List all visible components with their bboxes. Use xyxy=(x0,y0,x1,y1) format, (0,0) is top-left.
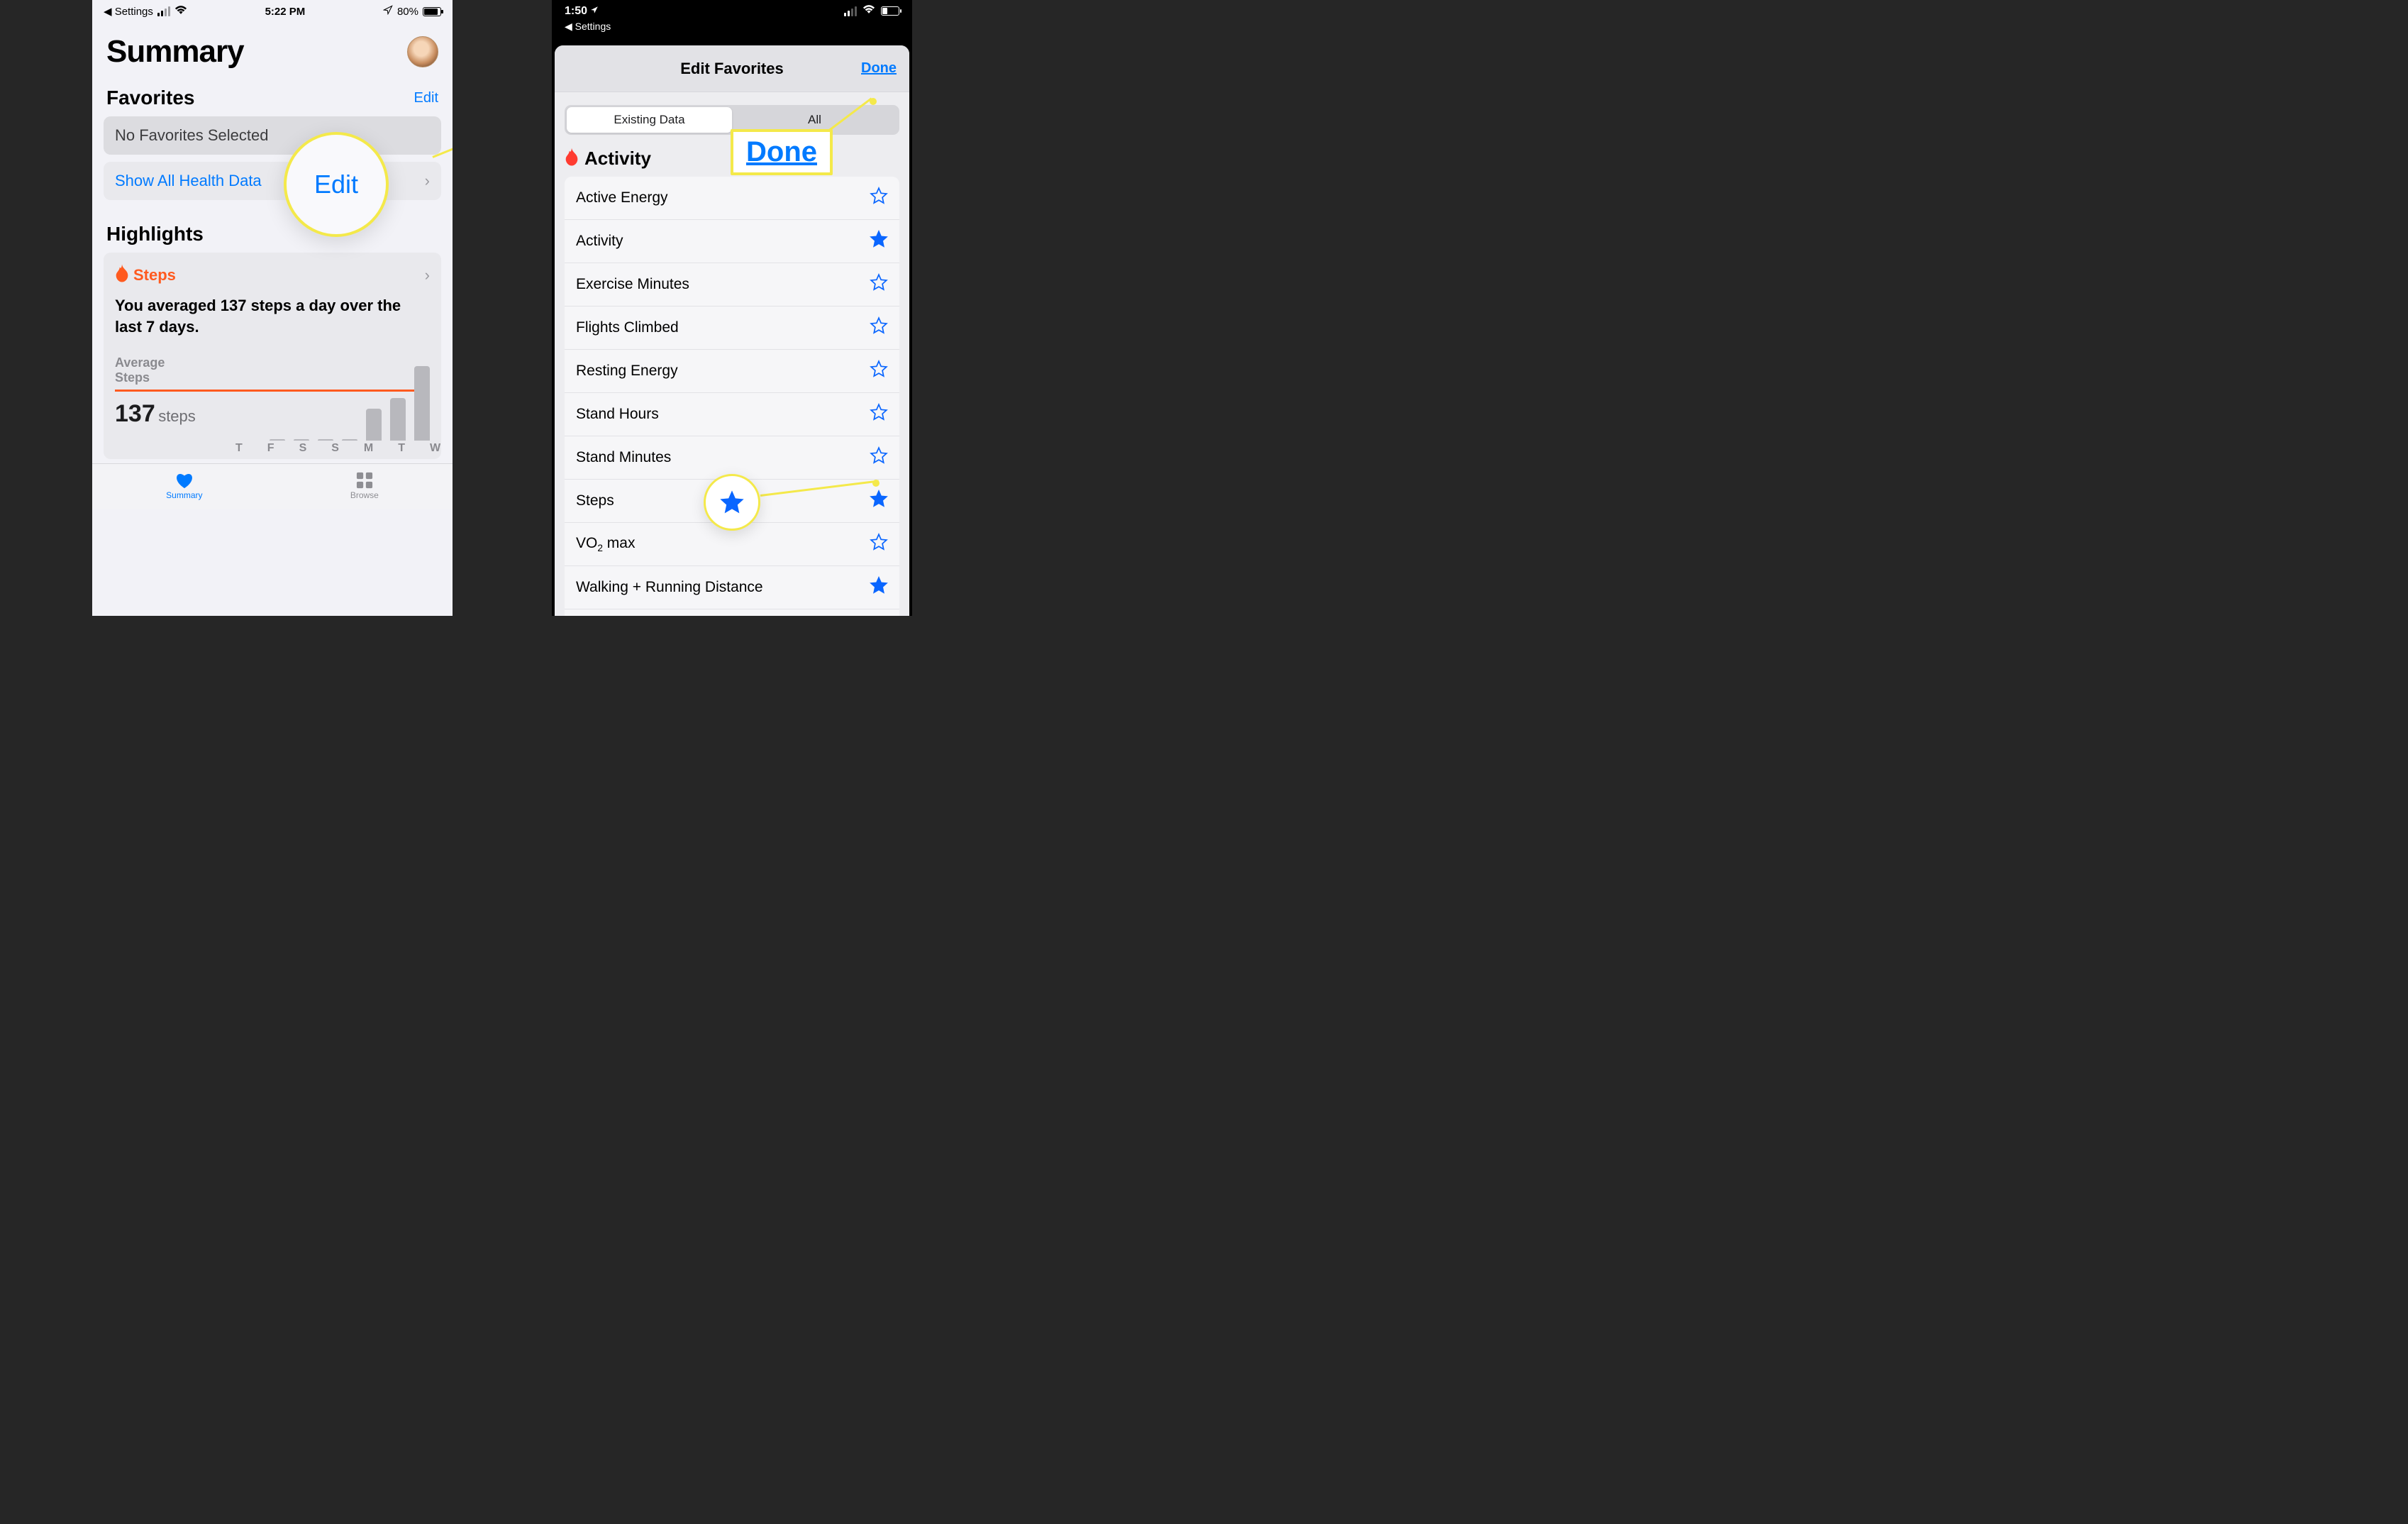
no-favorites-card: No Favorites Selected xyxy=(104,116,441,155)
status-bar: 1:50 ◀ Settings xyxy=(552,0,912,45)
category-activity: Activity xyxy=(584,148,651,170)
avatar[interactable] xyxy=(407,36,438,67)
star-icon[interactable] xyxy=(870,187,888,209)
star-icon[interactable] xyxy=(870,316,888,339)
edit-favorites-sheet: Edit Favorites Done Existing Data All Ac… xyxy=(555,45,909,616)
star-icon[interactable] xyxy=(870,533,888,556)
item-label: Exercise Minutes xyxy=(576,276,689,293)
tab-summary[interactable]: Summary xyxy=(166,472,202,500)
list-item[interactable]: Workouts xyxy=(565,609,899,616)
status-bar: ◀ Settings 5:22 PM 80% xyxy=(92,0,453,20)
star-icon[interactable] xyxy=(870,403,888,426)
signal-icon xyxy=(844,6,857,16)
item-label: Steps xyxy=(576,492,614,509)
done-button[interactable]: Done xyxy=(861,60,897,77)
list-item[interactable]: Flights Climbed xyxy=(565,307,899,350)
show-all-label: Show All Health Data xyxy=(115,172,262,190)
tab-bar: Summary Browse xyxy=(92,463,453,509)
back-to-settings[interactable]: ◀ Settings xyxy=(104,5,153,18)
back-label: Settings xyxy=(115,6,153,18)
grid-icon xyxy=(355,472,374,489)
list-item[interactable]: Stand Minutes xyxy=(565,436,899,480)
list-item[interactable]: Walking + Running Distance xyxy=(565,566,899,609)
list-item[interactable]: Active Energy xyxy=(565,177,899,220)
status-time: 5:22 PM xyxy=(265,6,306,18)
flame-icon xyxy=(115,264,129,287)
steps-summary-text: You averaged 137 steps a day over the la… xyxy=(115,295,430,337)
steps-label: Steps xyxy=(133,266,176,285)
star-icon[interactable] xyxy=(870,576,888,599)
sheet-title: Edit Favorites xyxy=(680,60,783,78)
star-icon[interactable] xyxy=(870,446,888,469)
item-label: Activity xyxy=(576,233,623,250)
item-label: Flights Climbed xyxy=(576,319,679,336)
wifi-icon xyxy=(174,5,187,18)
chevron-right-icon: › xyxy=(425,266,430,285)
star-icon[interactable] xyxy=(870,360,888,382)
highlights-heading: Highlights xyxy=(106,223,204,245)
flame-icon xyxy=(565,148,579,170)
tab-browse[interactable]: Browse xyxy=(350,472,379,500)
location-icon xyxy=(383,5,393,18)
item-label: Stand Hours xyxy=(576,406,659,423)
favorites-heading: Favorites xyxy=(106,87,195,109)
tab-label: Summary xyxy=(166,490,202,500)
list-item[interactable]: Stand Hours xyxy=(565,393,899,436)
avg-value: 137 xyxy=(115,400,155,427)
star-callout xyxy=(704,474,760,531)
status-time: 1:50 xyxy=(565,5,599,18)
star-icon[interactable] xyxy=(870,273,888,296)
seg-existing-data[interactable]: Existing Data xyxy=(567,107,732,133)
list-item[interactable]: Exercise Minutes xyxy=(565,263,899,307)
avg-label: AverageSteps xyxy=(115,355,165,385)
item-label: Walking + Running Distance xyxy=(576,579,763,596)
star-icon[interactable] xyxy=(870,490,888,512)
chevron-right-icon: › xyxy=(425,172,430,190)
item-label: Active Energy xyxy=(576,189,668,206)
star-icon[interactable] xyxy=(870,230,888,253)
page-title: Summary xyxy=(106,34,244,70)
avg-units: steps xyxy=(158,407,196,425)
item-label: Stand Minutes xyxy=(576,449,671,466)
list-item[interactable]: Resting Energy xyxy=(565,350,899,393)
item-label: VO2 max xyxy=(576,535,635,553)
signal-icon xyxy=(157,6,170,16)
battery-pct: 80% xyxy=(397,6,418,18)
back-to-settings[interactable]: ◀ Settings xyxy=(565,21,899,33)
favorites-list: Active Energy Activity Exercise Minutes Fli… xyxy=(565,177,899,616)
heart-icon xyxy=(174,472,194,489)
tab-label: Browse xyxy=(350,490,379,500)
edit-button[interactable]: Edit xyxy=(414,90,438,106)
edit-callout: Edit xyxy=(284,132,389,237)
wifi-icon xyxy=(862,4,875,18)
steps-bar-chart xyxy=(270,363,430,441)
battery-icon xyxy=(423,7,441,16)
chart-x-labels: T F S S M T W xyxy=(115,442,430,459)
done-callout: Done xyxy=(731,129,833,175)
list-item[interactable]: Activity xyxy=(565,220,899,263)
phone-edit-favorites: 1:50 ◀ Settings Edit Favorites Done Exis… xyxy=(552,0,912,616)
battery-icon xyxy=(881,6,899,16)
item-label: Resting Energy xyxy=(576,363,678,380)
steps-highlight-card[interactable]: Steps › You averaged 137 steps a day ove… xyxy=(104,253,441,459)
phone-summary: ◀ Settings 5:22 PM 80% Summary Favorites… xyxy=(92,0,453,616)
show-all-health-data[interactable]: Show All Health Data › xyxy=(104,162,441,200)
